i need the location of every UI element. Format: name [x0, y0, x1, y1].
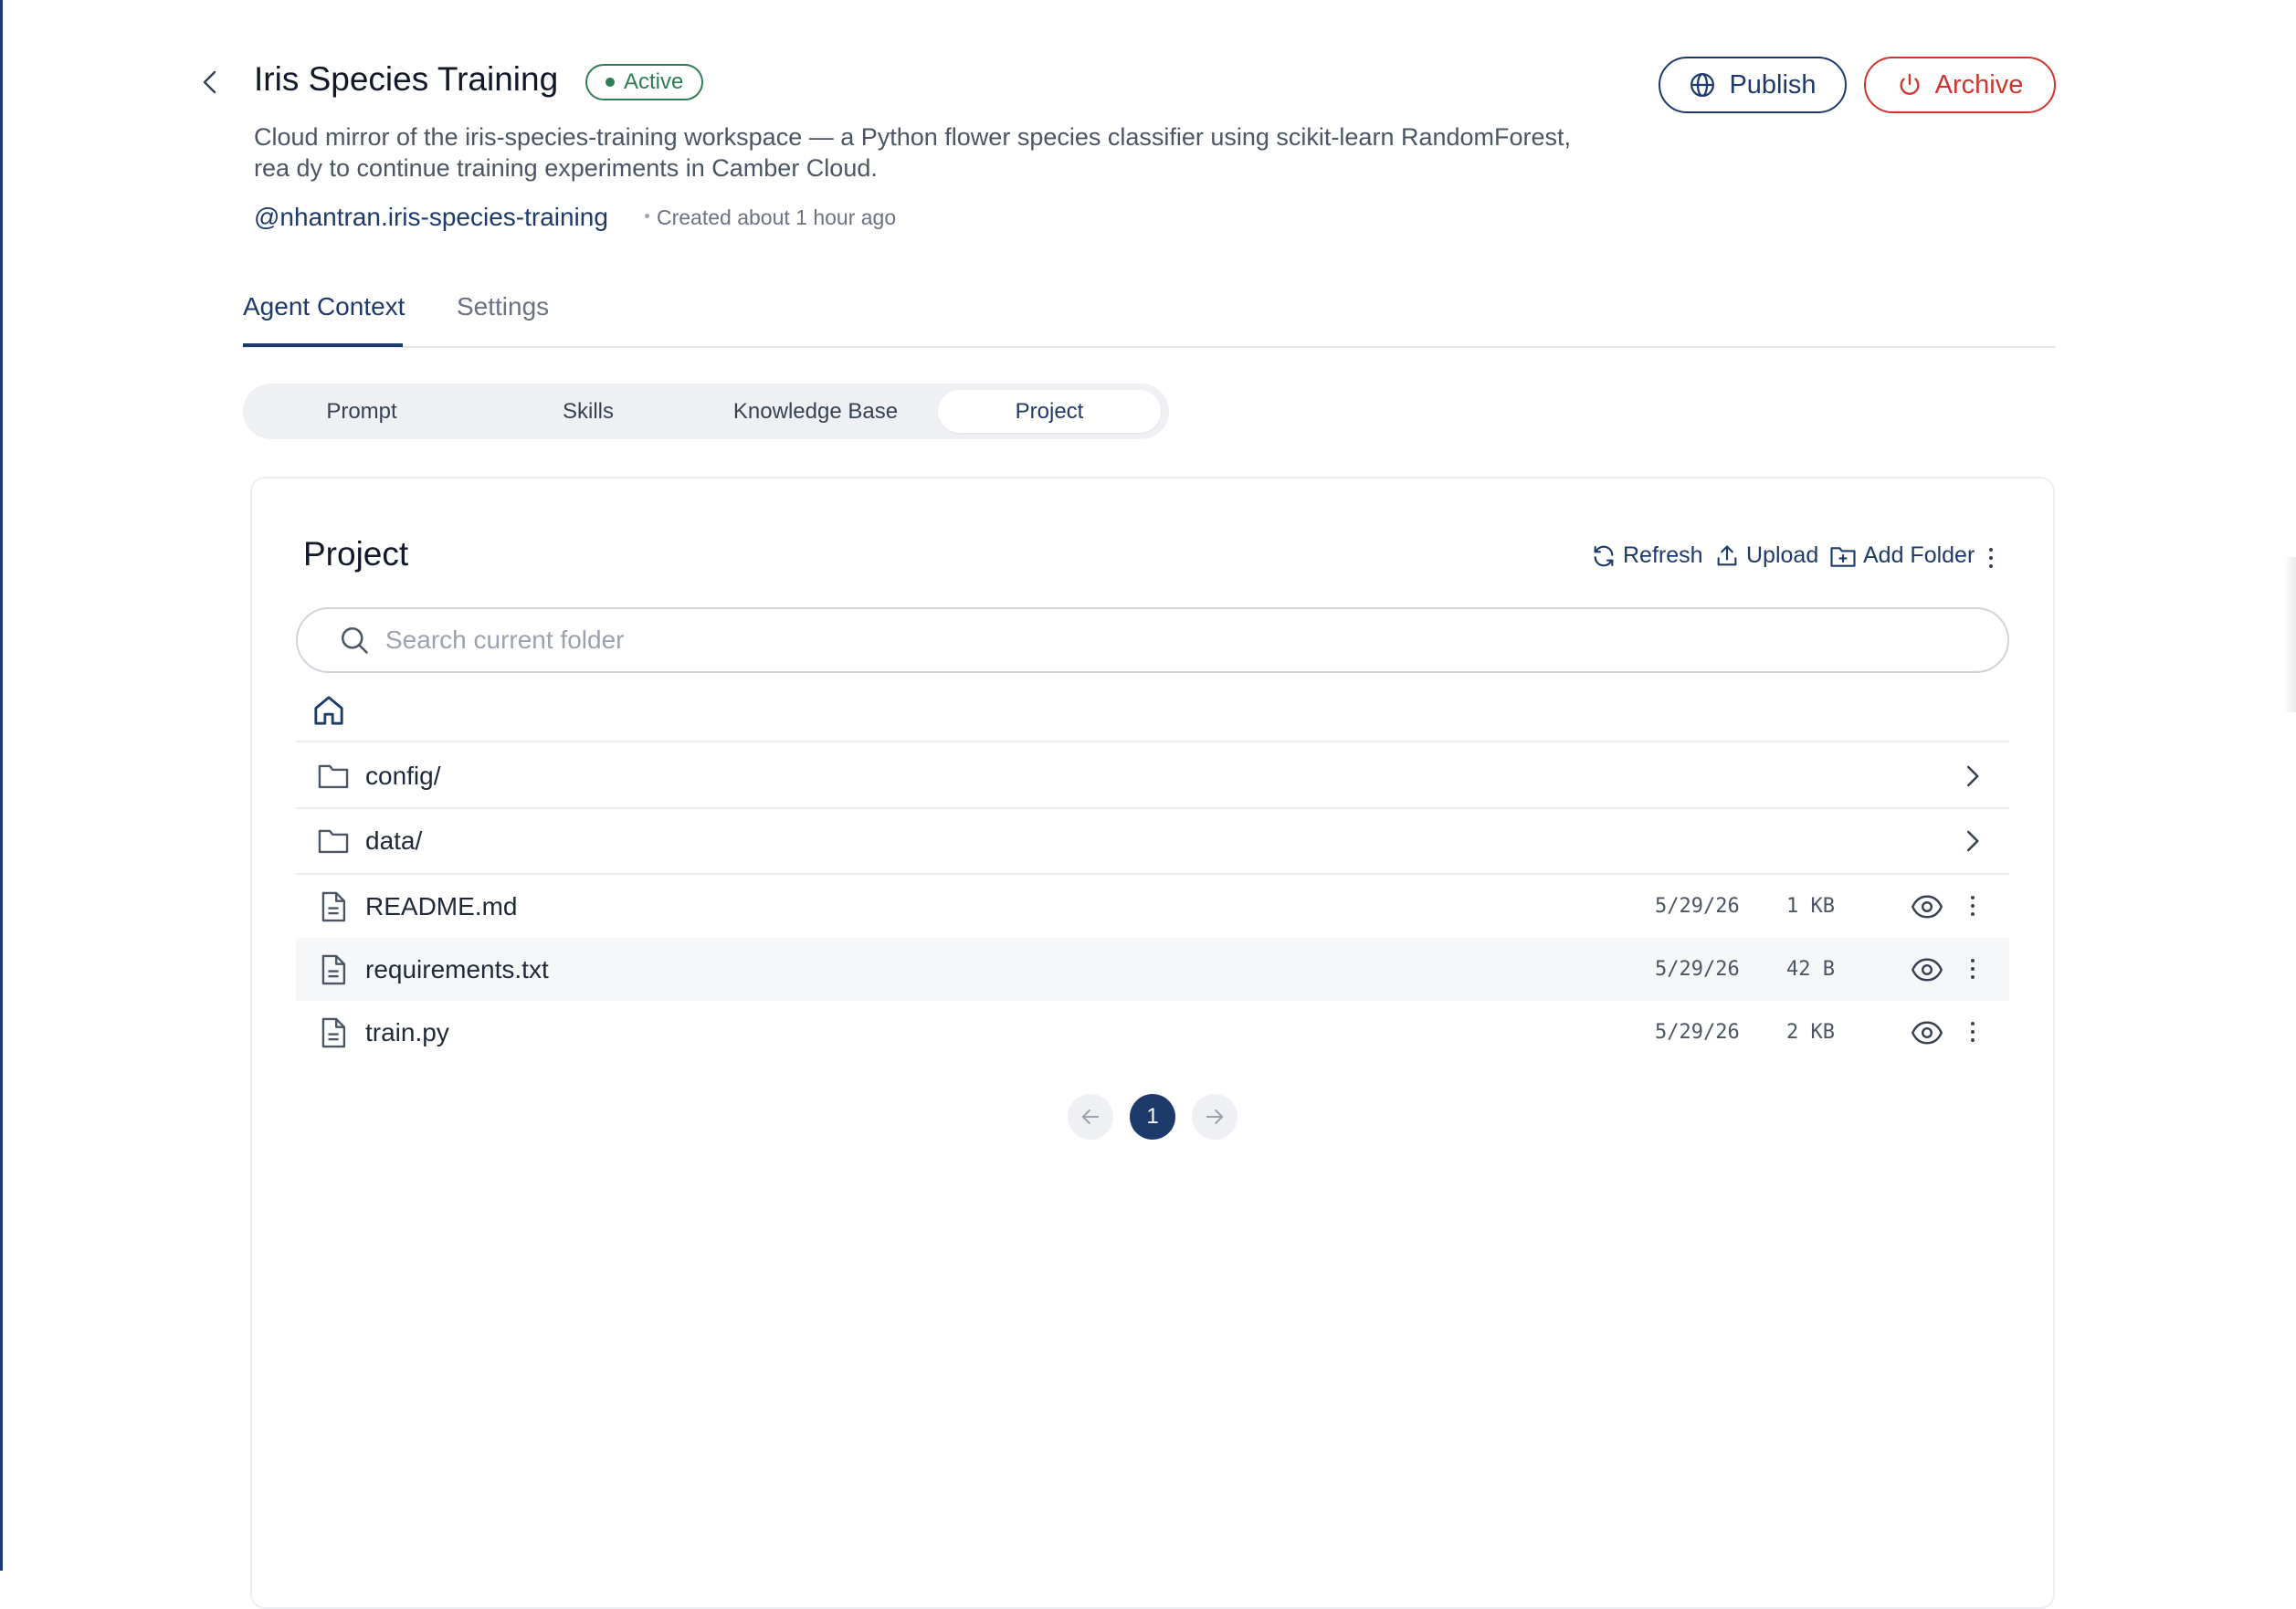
file-row[interactable]: requirements.txt 5/29/26 42 B — [296, 938, 2009, 1001]
add-folder-label: Add Folder — [1863, 542, 1975, 568]
project-description: Cloud mirror of the iris-species-trainin… — [254, 123, 1572, 182]
refresh-label: Refresh — [1623, 542, 1703, 568]
upload-icon — [1717, 544, 1737, 565]
bullet-icon — [645, 214, 649, 219]
segment-project[interactable]: Project — [938, 390, 1161, 433]
search-bar — [296, 607, 2009, 673]
search-icon — [341, 626, 368, 654]
file-more-button[interactable] — [1968, 1017, 1977, 1046]
refresh-button[interactable]: Refresh — [1591, 542, 1703, 569]
home-icon — [314, 696, 343, 725]
refresh-icon — [1594, 545, 1614, 566]
archive-label: Archive — [1934, 69, 2024, 100]
side-panel-edge — [2283, 557, 2296, 712]
eye-icon[interactable] — [1911, 953, 1943, 986]
globe-icon — [1690, 73, 1715, 97]
list-divider — [296, 741, 2009, 742]
file-row[interactable]: train.py 5/29/26 2 KB — [296, 1001, 2009, 1064]
project-section-title: Project — [303, 535, 409, 573]
context-segmented-control: Prompt Skills Knowledge Base Project — [243, 384, 1169, 439]
folder-row[interactable]: config/ — [296, 744, 2009, 807]
status-label: Active — [624, 69, 684, 94]
upload-label: Upload — [1746, 542, 1819, 568]
back-button[interactable] — [192, 64, 228, 100]
file-date: 5/29/26 — [1655, 958, 1740, 981]
file-size: 2 KB — [1786, 1021, 1835, 1044]
folder-icon — [318, 764, 349, 789]
file-more-button[interactable] — [1968, 954, 1977, 983]
arrow-left-icon — [1081, 1109, 1100, 1125]
folder-plus-icon — [1830, 546, 1856, 567]
publish-button[interactable]: Publish — [1659, 57, 1847, 113]
power-icon — [1900, 73, 1920, 95]
page-1-button[interactable]: 1 — [1130, 1094, 1175, 1140]
status-badge: Active — [585, 64, 704, 100]
project-handle[interactable]: @nhantran.iris-species-training — [254, 203, 608, 232]
tab-settings[interactable]: Settings — [457, 292, 549, 321]
archive-button[interactable]: Archive — [1864, 57, 2056, 113]
folder-row[interactable]: data/ — [296, 809, 2009, 872]
file-name: train.py — [365, 1018, 449, 1046]
folder-name: data/ — [365, 826, 423, 855]
file-row[interactable]: README.md 5/29/26 1 KB — [296, 875, 2009, 938]
chevron-right-icon — [1967, 765, 1979, 787]
file-icon — [321, 1017, 346, 1048]
window-edge — [0, 0, 3, 1571]
add-folder-button[interactable]: Add Folder — [1829, 542, 1975, 569]
file-date: 5/29/26 — [1655, 895, 1740, 918]
folder-name: config/ — [365, 762, 441, 790]
chevron-left-icon — [203, 70, 216, 94]
upload-button[interactable]: Upload — [1714, 542, 1818, 569]
next-page-button[interactable] — [1192, 1094, 1238, 1140]
file-name: README.md — [365, 892, 518, 920]
file-more-button[interactable] — [1968, 891, 1977, 920]
segment-prompt[interactable]: Prompt — [250, 390, 473, 433]
created-label: Created about 1 hour ago — [657, 205, 897, 229]
search-input[interactable] — [384, 625, 1848, 656]
file-name: requirements.txt — [365, 955, 549, 983]
home-breadcrumb[interactable] — [311, 692, 347, 729]
status-dot-icon — [606, 78, 615, 87]
arrow-right-icon — [1206, 1109, 1224, 1125]
active-tab-indicator — [243, 343, 403, 347]
segment-knowledge-base[interactable]: Knowledge Base — [704, 390, 927, 433]
file-size: 42 B — [1786, 958, 1835, 981]
tab-agent-context[interactable]: Agent Context — [243, 292, 405, 321]
more-options-button[interactable] — [1985, 545, 1996, 571]
file-icon — [321, 954, 346, 985]
created-timestamp: Created about 1 hour ago — [645, 205, 896, 230]
segment-skills[interactable]: Skills — [477, 390, 700, 433]
previous-page-button[interactable] — [1068, 1094, 1113, 1140]
file-date: 5/29/26 — [1655, 1021, 1740, 1044]
tabs-divider — [243, 346, 2056, 348]
file-icon — [321, 891, 346, 922]
folder-icon — [318, 829, 349, 854]
publish-label: Publish — [1729, 69, 1817, 100]
chevron-right-icon — [1967, 830, 1979, 852]
eye-icon[interactable] — [1911, 890, 1943, 923]
file-size: 1 KB — [1786, 895, 1835, 918]
page-title: Iris Species Training — [254, 60, 559, 98]
eye-icon[interactable] — [1911, 1016, 1943, 1049]
